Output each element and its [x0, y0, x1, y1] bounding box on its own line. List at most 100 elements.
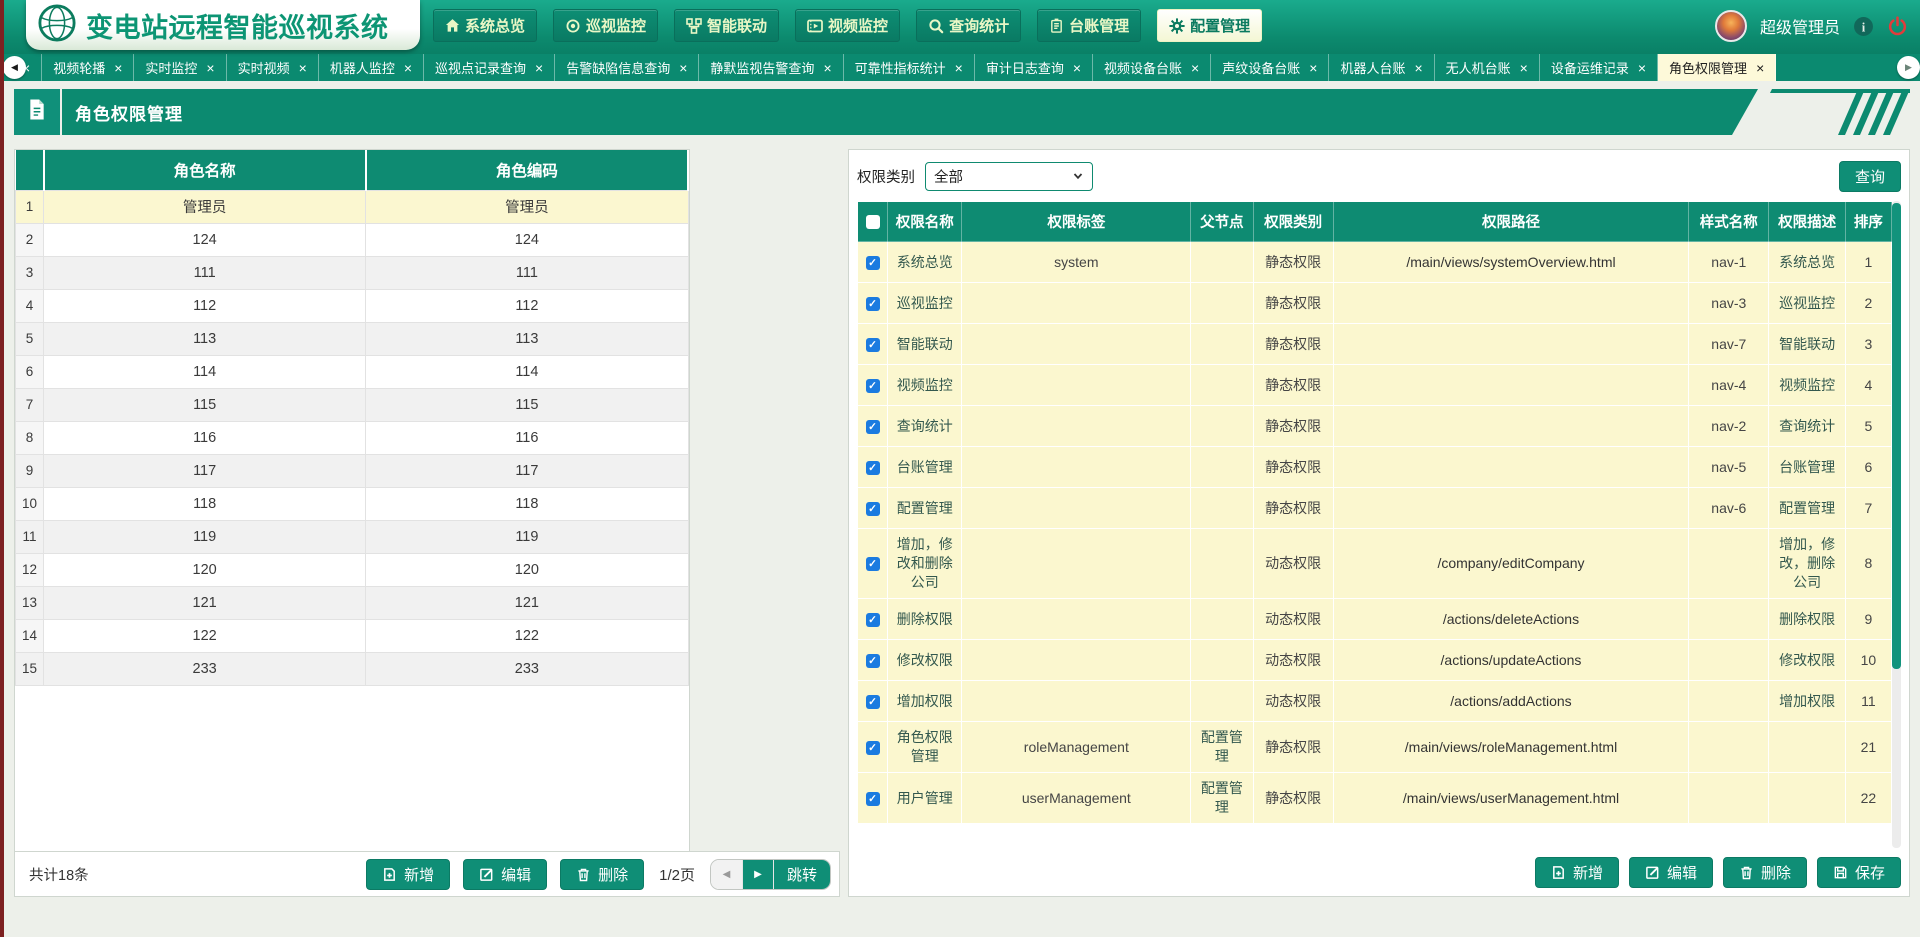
- role-row-9[interactable]: 9 117 117: [16, 454, 689, 487]
- close-icon[interactable]: ×: [1756, 61, 1764, 75]
- scrollbar-thumb[interactable]: [1892, 203, 1901, 669]
- tab-item-7[interactable]: 静默监视告警查询 ×: [699, 54, 843, 81]
- tab-item-1[interactable]: 视频轮播 ×: [42, 54, 134, 81]
- search-button[interactable]: 查询: [1839, 161, 1901, 192]
- tab-item-11[interactable]: 声纹设备台账 ×: [1211, 54, 1329, 81]
- close-icon[interactable]: ×: [1073, 61, 1081, 75]
- perm-order-cell: 22: [1845, 773, 1891, 824]
- role-row-12[interactable]: 12 120 120: [16, 553, 689, 586]
- tab-item-13[interactable]: 无人机台账 ×: [1435, 54, 1540, 81]
- prev-page-button[interactable]: ◀: [711, 860, 742, 889]
- role-row-10[interactable]: 10 118 118: [16, 487, 689, 520]
- row-checkbox[interactable]: [866, 297, 880, 311]
- tab-item-8[interactable]: 可靠性指标统计 ×: [844, 54, 975, 81]
- row-checkbox[interactable]: [866, 557, 880, 571]
- nav-item-2[interactable]: 智能联动: [674, 9, 779, 42]
- power-icon[interactable]: [1887, 16, 1908, 37]
- role-row-1[interactable]: 1 管理员 管理员: [16, 190, 689, 223]
- role-row-11[interactable]: 11 119 119: [16, 520, 689, 553]
- vertical-scrollbar[interactable]: [1892, 201, 1901, 848]
- perm-name-cell: 台账管理: [888, 447, 962, 488]
- tab-item-6[interactable]: 告警缺陷信息查询 ×: [555, 54, 699, 81]
- next-page-button[interactable]: ▶: [742, 860, 773, 889]
- perm-type-select[interactable]: 全部: [925, 162, 1093, 191]
- role-delete-button[interactable]: 删除: [560, 859, 644, 890]
- tab-item-2[interactable]: 实时监控 ×: [134, 54, 226, 81]
- tab-scroll-right-button[interactable]: ▶: [1897, 56, 1920, 79]
- role-name-cell: 管理员: [44, 190, 366, 223]
- close-icon[interactable]: ×: [404, 61, 412, 75]
- perm-row-9: 删除权限动态权限/actions/deleteActions删除权限9: [858, 599, 1892, 640]
- role-row-14[interactable]: 14 122 122: [16, 619, 689, 652]
- role-row-7[interactable]: 7 115 115: [16, 388, 689, 421]
- info-icon[interactable]: i: [1853, 16, 1874, 37]
- row-checkbox[interactable]: [866, 695, 880, 709]
- perm-save-button[interactable]: 保存: [1817, 857, 1901, 888]
- role-row-5[interactable]: 5 113 113: [16, 322, 689, 355]
- close-icon[interactable]: ×: [1414, 61, 1422, 75]
- role-row-13[interactable]: 13 121 121: [16, 586, 689, 619]
- role-row-2[interactable]: 2 124 124: [16, 223, 689, 256]
- row-checkbox[interactable]: [866, 613, 880, 627]
- row-checkbox[interactable]: [866, 502, 880, 516]
- tab-label: 静默监视告警查询: [710, 58, 814, 77]
- perm-parent-cell: [1191, 406, 1253, 447]
- perm-path-cell: /actions/addActions: [1333, 681, 1688, 722]
- close-icon[interactable]: ×: [1520, 61, 1528, 75]
- perm-add-button[interactable]: 新增: [1535, 857, 1619, 888]
- tab-item-10[interactable]: 视频设备台账 ×: [1093, 54, 1211, 81]
- close-icon[interactable]: ×: [1191, 61, 1199, 75]
- tab-item-15[interactable]: 角色权限管理 ×: [1658, 54, 1776, 81]
- close-icon[interactable]: ×: [299, 61, 307, 75]
- tab-label: 设备运维记录: [1551, 58, 1629, 77]
- tab-item-4[interactable]: 机器人监控 ×: [319, 54, 424, 81]
- row-checkbox[interactable]: [866, 379, 880, 393]
- jump-page-button[interactable]: 跳转: [773, 860, 830, 889]
- role-edit-button[interactable]: 编辑: [463, 859, 547, 890]
- nav-item-6[interactable]: 配置管理: [1157, 9, 1262, 42]
- close-icon[interactable]: ×: [206, 61, 214, 75]
- perm-order-cell: 7: [1845, 488, 1891, 529]
- select-all-checkbox[interactable]: [866, 215, 880, 229]
- perm-edit-button[interactable]: 编辑: [1629, 857, 1713, 888]
- tab-item-9[interactable]: 审计日志查询 ×: [975, 54, 1093, 81]
- tab-item-14[interactable]: 设备运维记录 ×: [1540, 54, 1658, 81]
- avatar[interactable]: [1715, 10, 1747, 42]
- perm-type-cell: 动态权限: [1253, 681, 1333, 722]
- tab-scroll-left-button[interactable]: ◀: [3, 56, 26, 79]
- nav-item-0[interactable]: 系统总览: [433, 9, 537, 42]
- nav-item-5[interactable]: 台账管理: [1037, 9, 1141, 42]
- close-icon[interactable]: ×: [955, 61, 963, 75]
- nav-item-1[interactable]: 巡视监控: [553, 9, 658, 42]
- role-row-15[interactable]: 15 233 233: [16, 652, 689, 685]
- nav-item-4[interactable]: 查询统计: [916, 9, 1021, 42]
- perm-parent-cell: [1191, 324, 1253, 365]
- permission-table-header-row: 权限名称权限标签父节点权限类别权限路径样式名称权限描述排序: [858, 202, 1892, 242]
- perm-tag-cell: [962, 324, 1191, 365]
- perm-name-cell: 增加，修改和删除公司: [888, 529, 962, 599]
- perm-delete-button[interactable]: 删除: [1723, 857, 1807, 888]
- row-checkbox[interactable]: [866, 256, 880, 270]
- close-icon[interactable]: ×: [679, 61, 687, 75]
- row-checkbox[interactable]: [866, 792, 880, 806]
- row-checkbox[interactable]: [866, 654, 880, 668]
- tab-item-3[interactable]: 实时视频 ×: [227, 54, 319, 81]
- row-checkbox[interactable]: [866, 461, 880, 475]
- close-icon[interactable]: ×: [823, 61, 831, 75]
- tab-item-12[interactable]: 机器人台账 ×: [1329, 54, 1434, 81]
- role-row-3[interactable]: 3 111 111: [16, 256, 689, 289]
- nav-item-3[interactable]: 视频监控: [795, 9, 900, 42]
- role-name-cell: 120: [44, 553, 366, 586]
- row-checkbox[interactable]: [866, 420, 880, 434]
- row-checkbox[interactable]: [866, 338, 880, 352]
- role-row-6[interactable]: 6 114 114: [16, 355, 689, 388]
- role-row-8[interactable]: 8 116 116: [16, 421, 689, 454]
- close-icon[interactable]: ×: [1309, 61, 1317, 75]
- close-icon[interactable]: ×: [1638, 61, 1646, 75]
- role-add-button[interactable]: 新增: [366, 859, 450, 890]
- tab-item-5[interactable]: 巡视点记录查询 ×: [424, 54, 555, 81]
- close-icon[interactable]: ×: [114, 61, 122, 75]
- row-checkbox[interactable]: [866, 741, 880, 755]
- role-row-4[interactable]: 4 112 112: [16, 289, 689, 322]
- close-icon[interactable]: ×: [535, 61, 543, 75]
